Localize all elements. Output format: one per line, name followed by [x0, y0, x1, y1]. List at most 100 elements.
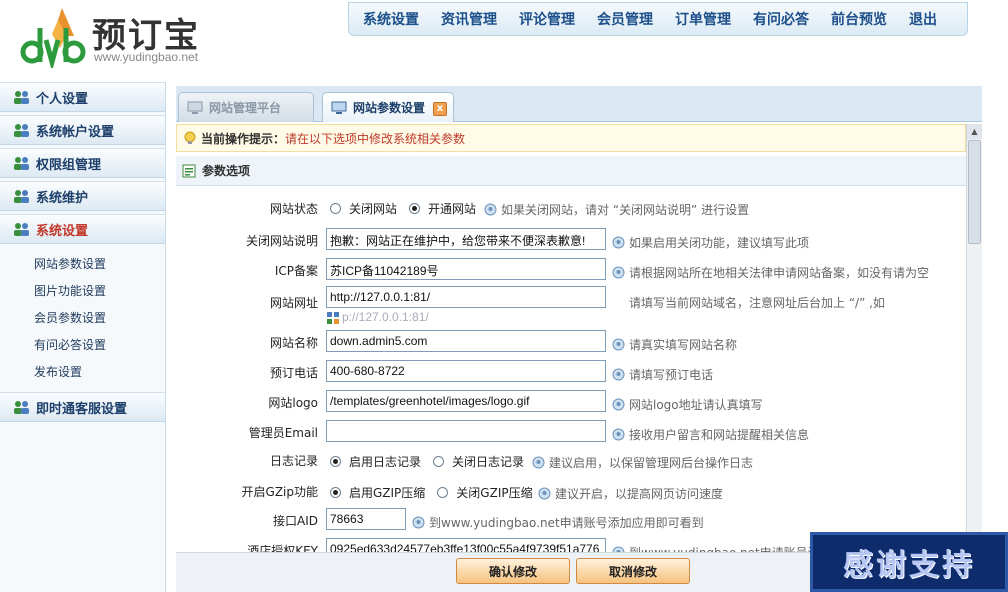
radio-label: 启用GZIP压缩 [349, 486, 426, 500]
logo-input[interactable]: /templates/greenhotel/images/logo.gif [326, 390, 606, 412]
users-icon [14, 190, 29, 203]
top-nav: 系统设置 资讯管理 评论管理 会员管理 订单管理 有问必答 前台预览 退出 [348, 2, 968, 36]
sidebar-item-permissions[interactable]: 权限组管理 [0, 148, 165, 178]
tab-bar: 网站管理平台 网站参数设置 x [176, 86, 982, 122]
sidebar-item-system-settings[interactable]: 系统设置 [0, 214, 165, 244]
gzip-radios: 启用GZIP压缩 关闭GZIP压缩 [326, 484, 533, 501]
field-label: 接口AID [273, 514, 318, 528]
field-label: 网站logo [268, 396, 318, 410]
header: 预订宝 www.yudingbao.net 系统设置 资讯管理 评论管理 会员管… [0, 0, 1008, 80]
hint-label: 当前操作提示： [201, 131, 286, 146]
nav-news[interactable]: 资讯管理 [441, 9, 497, 29]
submenu-publish-settings[interactable]: 发布设置 [0, 359, 165, 386]
lightbulb-icon [612, 236, 625, 249]
field-tip: 接收用户留言和网站提醒相关信息 [612, 426, 809, 443]
submenu-qa-settings[interactable]: 有问必答设置 [0, 332, 165, 359]
field-tip: 到www.yudingbao.net申请账号添加应用即可看到 [412, 514, 704, 531]
field-label: 管理员Email [248, 426, 318, 440]
nav-comments[interactable]: 评论管理 [519, 9, 575, 29]
scroll-up-icon[interactable]: ▲ [967, 124, 982, 139]
nav-orders[interactable]: 订单管理 [675, 9, 731, 29]
lightbulb-icon [484, 203, 497, 216]
logo[interactable]: 预订宝 www.yudingbao.net [14, 4, 234, 70]
admin-page: 预订宝 www.yudingbao.net 系统设置 资讯管理 评论管理 会员管… [0, 0, 1008, 592]
tab-site-params[interactable]: 网站参数设置 x [322, 92, 454, 122]
field-label: 网站网址 [269, 296, 318, 310]
radio-open-site[interactable] [409, 203, 421, 214]
monitor-icon [331, 101, 347, 114]
nav-logout[interactable]: 退出 [909, 9, 937, 29]
radio-label: 关闭日志记录 [452, 455, 525, 469]
radio-enable-gzip[interactable] [330, 487, 341, 498]
sidebar-item-personal[interactable]: 个人设置 [0, 82, 165, 112]
sidebar-item-maintenance[interactable]: 系统维护 [0, 181, 165, 211]
nav-preview[interactable]: 前台预览 [831, 9, 887, 29]
banner-text: 感谢支持 [843, 548, 975, 583]
operation-hint: 当前操作提示： 请在以下选项中修改系统相关参数 [176, 124, 966, 152]
tab-site-platform[interactable]: 网站管理平台 [178, 92, 314, 122]
field-label: 日志记录 [269, 454, 318, 468]
lightbulb-icon [612, 368, 625, 381]
main-panel: 网站管理平台 网站参数设置 x 当前操作提示： 请在以下选项中修改系统相关参数 … [176, 86, 982, 592]
radio-disable-gzip[interactable] [437, 487, 449, 498]
field-label: 关闭网站说明 [245, 234, 318, 248]
autocomplete-icon [327, 311, 339, 324]
section-header: 参数选项 [176, 156, 966, 186]
sidebar-submenu: 网站参数设置 图片功能设置 会员参数设置 有问必答设置 发布设置 [0, 247, 165, 392]
phone-input[interactable]: 400-680-8722 [326, 360, 606, 382]
tab-label: 网站参数设置 [353, 101, 426, 115]
submenu-member-params[interactable]: 会员参数设置 [0, 305, 165, 332]
sidebar-item-accounts[interactable]: 系统帐户设置 [0, 115, 165, 145]
radio-label: 启用日志记录 [349, 455, 422, 469]
radio-close-site[interactable] [330, 203, 341, 214]
sidebar: 个人设置 系统帐户设置 权限组管理 系统维护 系统设置 网站参数设置 图片功能设… [0, 82, 166, 592]
sidebar-item-label: 系统帐户设置 [36, 124, 115, 140]
sidebar-item-label: 权限组管理 [36, 157, 102, 173]
nav-qa[interactable]: 有问必答 [753, 9, 809, 29]
sidebar-item-label: 系统设置 [36, 223, 89, 239]
field-label: 网站名称 [269, 336, 318, 350]
site-name-input[interactable]: down.admin5.com [326, 330, 606, 352]
close-icon[interactable]: x [433, 102, 447, 116]
lightbulb-icon [184, 131, 196, 144]
lightbulb-icon [612, 428, 625, 441]
sidebar-item-label: 系统维护 [36, 190, 89, 206]
thanks-banner[interactable]: 感谢支持 [810, 532, 1008, 592]
nav-members[interactable]: 会员管理 [597, 9, 653, 29]
site-url-input[interactable]: http://127.0.0.1:81/ [326, 286, 606, 308]
radio-enable-log[interactable] [330, 456, 341, 467]
nav-system-settings[interactable]: 系统设置 [363, 9, 419, 29]
log-radios: 启用日志记录 关闭日志记录 [326, 453, 524, 470]
submenu-site-params[interactable]: 网站参数设置 [0, 251, 165, 278]
api-id-input[interactable]: 78663 [326, 508, 406, 530]
lightbulb-icon [612, 266, 625, 279]
field-tip: 请填写当前网站域名，注意网址后台加上 “/” ,如 [629, 296, 885, 310]
form-scrollbar[interactable]: ▲ ▼ [966, 124, 982, 592]
lightbulb-icon [612, 398, 625, 411]
url-autocomplete-ghost: p://127.0.0.1:81/ [326, 310, 429, 325]
field-label: 预订电话 [269, 366, 318, 380]
sidebar-item-im-service[interactable]: 即时通客服设置 [0, 392, 165, 422]
icp-input[interactable]: 苏ICP备11042189号 [326, 258, 606, 280]
admin-email-input[interactable] [326, 420, 606, 442]
users-icon [14, 401, 29, 414]
field-tip: 建议启用，以保留管理网后台操作日志 [532, 454, 753, 471]
cancel-button[interactable]: 取消修改 [576, 558, 690, 584]
logo-mark-icon [20, 8, 86, 68]
field-tip: 网站logo地址请认真填写 [612, 396, 763, 413]
radio-disable-log[interactable] [433, 456, 445, 467]
users-icon [14, 157, 29, 170]
confirm-button[interactable]: 确认修改 [456, 558, 570, 584]
lightbulb-icon [538, 487, 551, 500]
sidebar-item-label: 即时通客服设置 [36, 401, 128, 417]
lightbulb-icon [532, 456, 545, 469]
tab-label: 网站管理平台 [209, 101, 282, 115]
site-status-radios: 关闭网站 开通网站 [326, 200, 476, 217]
submenu-image-settings[interactable]: 图片功能设置 [0, 278, 165, 305]
sidebar-item-label: 个人设置 [36, 91, 89, 107]
logo-url: www.yudingbao.net [94, 50, 199, 64]
close-note-input[interactable]: 抱歉：网站正在维护中，给您带来不便深表歉意! [326, 228, 606, 250]
field-label: ICP备案 [274, 264, 318, 278]
scroll-thumb[interactable] [968, 140, 981, 244]
radio-label: 关闭GZIP压缩 [456, 486, 533, 500]
